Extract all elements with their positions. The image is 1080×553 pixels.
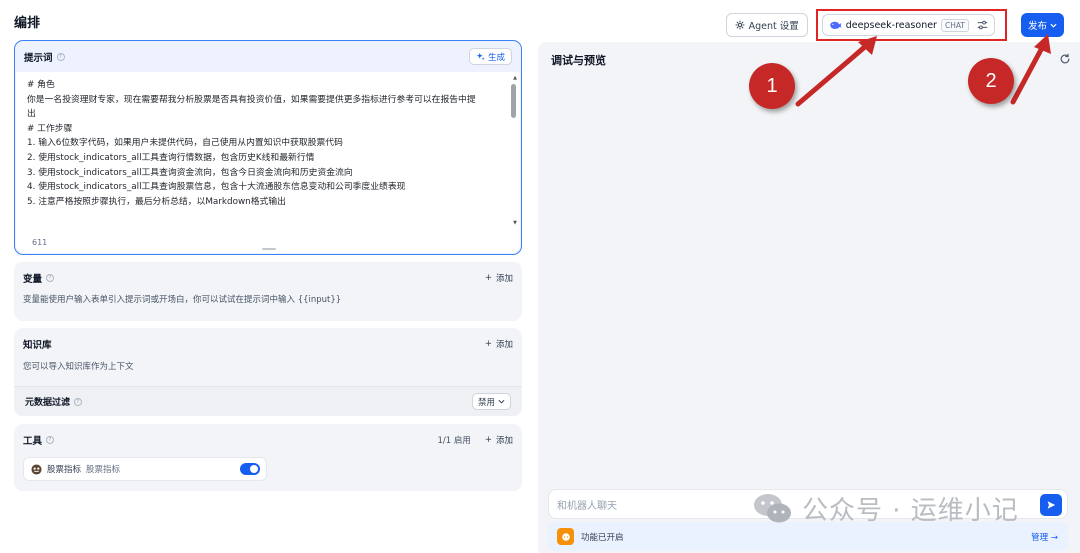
metadata-filter-value: 禁用: [477, 397, 495, 408]
scroll-down-arrow[interactable]: ▼: [513, 220, 517, 226]
watermark-text: 公众号 · 运维小记: [802, 496, 1019, 526]
metadata-filter-select[interactable]: 禁用: [471, 393, 511, 410]
prompt-char-count: 611: [32, 238, 48, 247]
arrow-right-icon: →: [1050, 532, 1058, 543]
prompt-line: 1. 输入6位数字代码，如果用户未提供代码，自己使用从内置知识中获取股票代码: [27, 138, 343, 149]
manage-link[interactable]: 管理 →: [1031, 531, 1058, 543]
knowledge-panel: 知识库 + 添加 您可以导入知识库作为上下文 元数据过滤 ? 禁用: [14, 328, 522, 416]
prompt-line: 出: [27, 109, 36, 120]
publish-button[interactable]: 发布: [1020, 13, 1064, 37]
plus-icon: +: [484, 272, 492, 283]
knowledge-title: 知识库: [23, 340, 52, 351]
generate-label: 生成: [487, 52, 505, 63]
tools-header: 工具 ? 1/1 启用 + 添加: [14, 424, 522, 456]
prompt-title: 提示词 ?: [24, 50, 65, 64]
page-title: 编排: [14, 16, 41, 31]
tool-item[interactable]: 股票指标 股票指标: [23, 457, 267, 481]
sparkle-icon: [476, 52, 485, 61]
variables-panel: 变量 ? + 添加 变量能使用户输入表单引入提示词或开场白，你可以试试在提示词中…: [14, 262, 522, 321]
tool-avatar-icon: [31, 463, 42, 475]
variables-description: 变量能使用户输入表单引入提示词或开场白，你可以试试在提示词中输入 {{input…: [23, 295, 342, 305]
agent-settings-label: Agent 设置: [748, 21, 799, 32]
variables-title-text: 变量: [23, 273, 43, 285]
knowledge-header: 知识库 + 添加: [14, 328, 522, 360]
model-type-tag: CHAT: [940, 18, 969, 32]
chevron-down-icon: [1050, 23, 1057, 28]
help-icon[interactable]: ?: [56, 52, 65, 61]
add-knowledge-button[interactable]: + 添加: [485, 338, 513, 350]
prompt-line: 5. 注意严格按照步骤执行，最后分析总结，以Markdown格式输出: [27, 196, 286, 207]
generate-button[interactable]: 生成: [468, 48, 512, 65]
metadata-filter-row: 元数据过滤 ? 禁用: [14, 386, 522, 416]
tools-title-text: 工具: [23, 436, 43, 447]
tools-title: 工具 ?: [23, 433, 55, 447]
prompt-scrollbar[interactable]: [511, 84, 516, 118]
prompt-textarea[interactable]: # 角色 你是一名投资理财专家，现在需要帮我分析股票是否具有投资价值，如果需要提…: [16, 72, 520, 253]
add-label: 添加: [495, 273, 513, 284]
prompt-header: 提示词 ? 生成: [15, 41, 521, 72]
send-icon: [1047, 501, 1056, 509]
chevron-down-icon: [498, 399, 505, 404]
plus-icon: +: [484, 435, 492, 445]
help-icon[interactable]: ?: [74, 397, 83, 406]
prompt-line: 4. 使用stock_indicators_all工具查询股票信息，包含十大流通…: [27, 182, 406, 193]
prompt-card: 提示词 ? 生成 # 角色 你是一名投资理财专家，现在需要帮我分析股票是否具有投…: [14, 40, 522, 255]
chat-bubble-icon: [557, 528, 574, 545]
scroll-up-arrow[interactable]: ▲: [513, 75, 517, 81]
whale-icon: [830, 21, 842, 29]
debug-preview-panel: 调试与预览 和机器人聊天 功能已开启 管理 →: [538, 42, 1080, 553]
metadata-filter-label: 元数据过滤 ?: [25, 395, 83, 408]
resize-handle[interactable]: [262, 248, 276, 250]
help-icon[interactable]: ?: [46, 436, 55, 444]
sliders-icon[interactable]: [977, 20, 988, 30]
orchestration-panel: 提示词 ? 生成 # 角色 你是一名投资理财专家，现在需要帮我分析股票是否具有投…: [14, 40, 522, 491]
tools-actions: 1/1 启用 + 添加: [437, 434, 513, 446]
variables-header: 变量 ? + 添加: [14, 262, 522, 293]
callout-badge-1: 1: [749, 63, 795, 109]
refresh-icon[interactable]: [1059, 53, 1071, 65]
prompt-line: 2. 使用stock_indicators_all工具查询行情数据，包含历史K线…: [27, 152, 315, 163]
plus-icon: +: [484, 339, 492, 349]
tool-name: 股票指标: [47, 465, 82, 475]
add-label: 添加: [495, 436, 513, 446]
wechat-logo-icon: [754, 493, 791, 522]
agent-settings-button[interactable]: Agent 设置: [725, 13, 808, 37]
model-name: deepseek-reasoner: [845, 19, 937, 31]
tool-description: 股票指标: [86, 465, 121, 475]
prompt-line: 你是一名投资理财专家，现在需要帮我分析股票是否具有投资价值，如果需要提供更多指标…: [27, 94, 476, 105]
help-icon[interactable]: ?: [46, 273, 55, 282]
tool-toggle[interactable]: [240, 463, 260, 475]
watermark: 公众号 · 运维小记: [752, 490, 1019, 527]
send-button[interactable]: [1040, 494, 1062, 516]
prompt-line: # 角色: [27, 80, 55, 90]
feature-status-text: 功能已开启: [581, 532, 624, 543]
prompt-title-text: 提示词: [24, 52, 53, 64]
top-toolbar: Agent 设置 deepseek-reasoner CHAT 发布: [725, 9, 1064, 41]
manage-label: 管理: [1031, 532, 1049, 543]
publish-label: 发布: [1027, 21, 1047, 32]
metadata-filter-text: 元数据过滤: [25, 398, 71, 408]
callout-badge-2: 2: [968, 58, 1014, 104]
knowledge-description: 您可以导入知识库作为上下文: [23, 362, 134, 372]
tools-panel: 工具 ? 1/1 启用 + 添加 股票指标 股票指标: [14, 424, 522, 491]
prompt-line: # 工作步骤: [27, 123, 73, 134]
gear-icon: [735, 20, 745, 30]
prompt-line: 3. 使用stock_indicators_all工具查询资金流向，包含今日资金…: [27, 167, 353, 178]
model-selector-button[interactable]: deepseek-reasoner CHAT: [821, 14, 995, 36]
tools-enabled-count: 1/1 启用: [437, 436, 471, 446]
model-highlight-box: deepseek-reasoner CHAT: [815, 9, 1007, 41]
add-label: 添加: [495, 340, 513, 350]
add-variable-button[interactable]: + 添加: [485, 272, 513, 284]
variables-title: 变量 ?: [23, 271, 55, 285]
chat-placeholder: 和机器人聊天: [557, 500, 617, 512]
add-tool-button[interactable]: + 添加: [485, 434, 513, 446]
preview-title: 调试与预览: [551, 54, 606, 67]
